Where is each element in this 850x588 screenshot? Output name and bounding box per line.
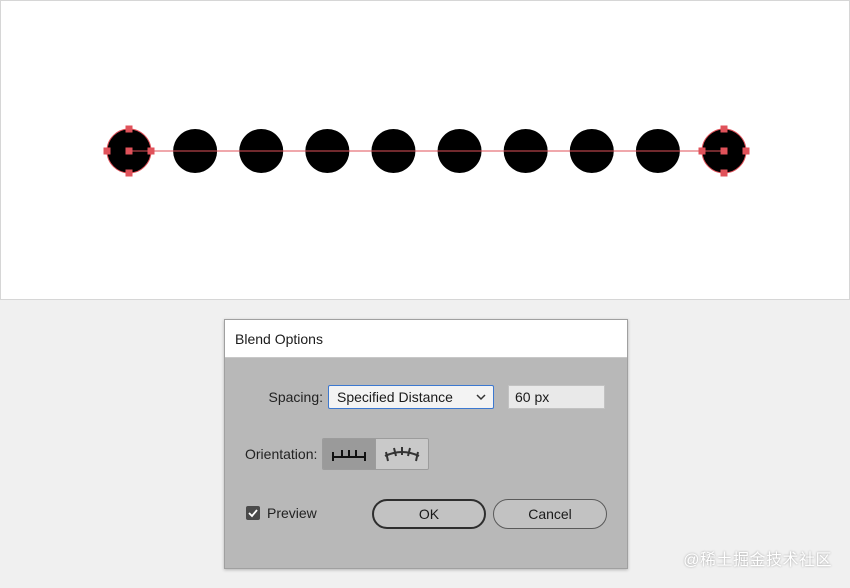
orientation-row: Orientation:	[245, 438, 430, 470]
anchor-point[interactable]	[720, 147, 728, 155]
distance-input-value: 60 px	[515, 389, 550, 405]
watermark-text: @稀土掘金技术社区	[683, 552, 832, 569]
anchor-point[interactable]	[698, 147, 706, 155]
anchor-point[interactable]	[103, 147, 111, 155]
distance-input[interactable]: 60 px	[508, 385, 605, 409]
preview-label: Preview	[267, 505, 317, 521]
orientation-label: Orientation:	[245, 446, 318, 462]
spacing-select[interactable]: Specified Distance	[328, 385, 494, 409]
dialog-titlebar: Blend Options	[225, 320, 627, 358]
align-to-page-icon	[332, 450, 367, 461]
spacing-select-value: Specified Distance	[337, 389, 453, 405]
orientation-toggle-group	[322, 438, 430, 470]
anchor-point[interactable]	[720, 125, 728, 133]
anchor-point[interactable]	[742, 147, 750, 155]
spacing-row: Spacing: Specified Distance 60 px	[267, 385, 605, 409]
chevron-down-icon	[476, 394, 486, 401]
anchor-point[interactable]	[147, 147, 155, 155]
blend-objects	[103, 125, 750, 177]
artboard-canvas[interactable]	[0, 0, 850, 300]
align-to-path-icon	[384, 447, 420, 462]
anchor-point[interactable]	[720, 169, 728, 177]
cancel-button[interactable]: Cancel	[493, 499, 607, 529]
anchor-point[interactable]	[125, 125, 133, 133]
checkmark-icon	[248, 509, 258, 518]
spacing-label: Spacing:	[268, 389, 323, 405]
anchor-point[interactable]	[125, 147, 133, 155]
preview-row: Preview	[246, 505, 317, 521]
align-to-page-button[interactable]	[323, 439, 376, 469]
anchor-point[interactable]	[125, 169, 133, 177]
preview-checkbox[interactable]	[246, 506, 260, 520]
align-to-path-button[interactable]	[375, 439, 429, 469]
dialog-title: Blend Options	[235, 330, 323, 347]
blend-options-dialog: Blend Options Spacing: Specified Distanc…	[224, 319, 628, 569]
ok-button[interactable]: OK	[372, 499, 486, 529]
